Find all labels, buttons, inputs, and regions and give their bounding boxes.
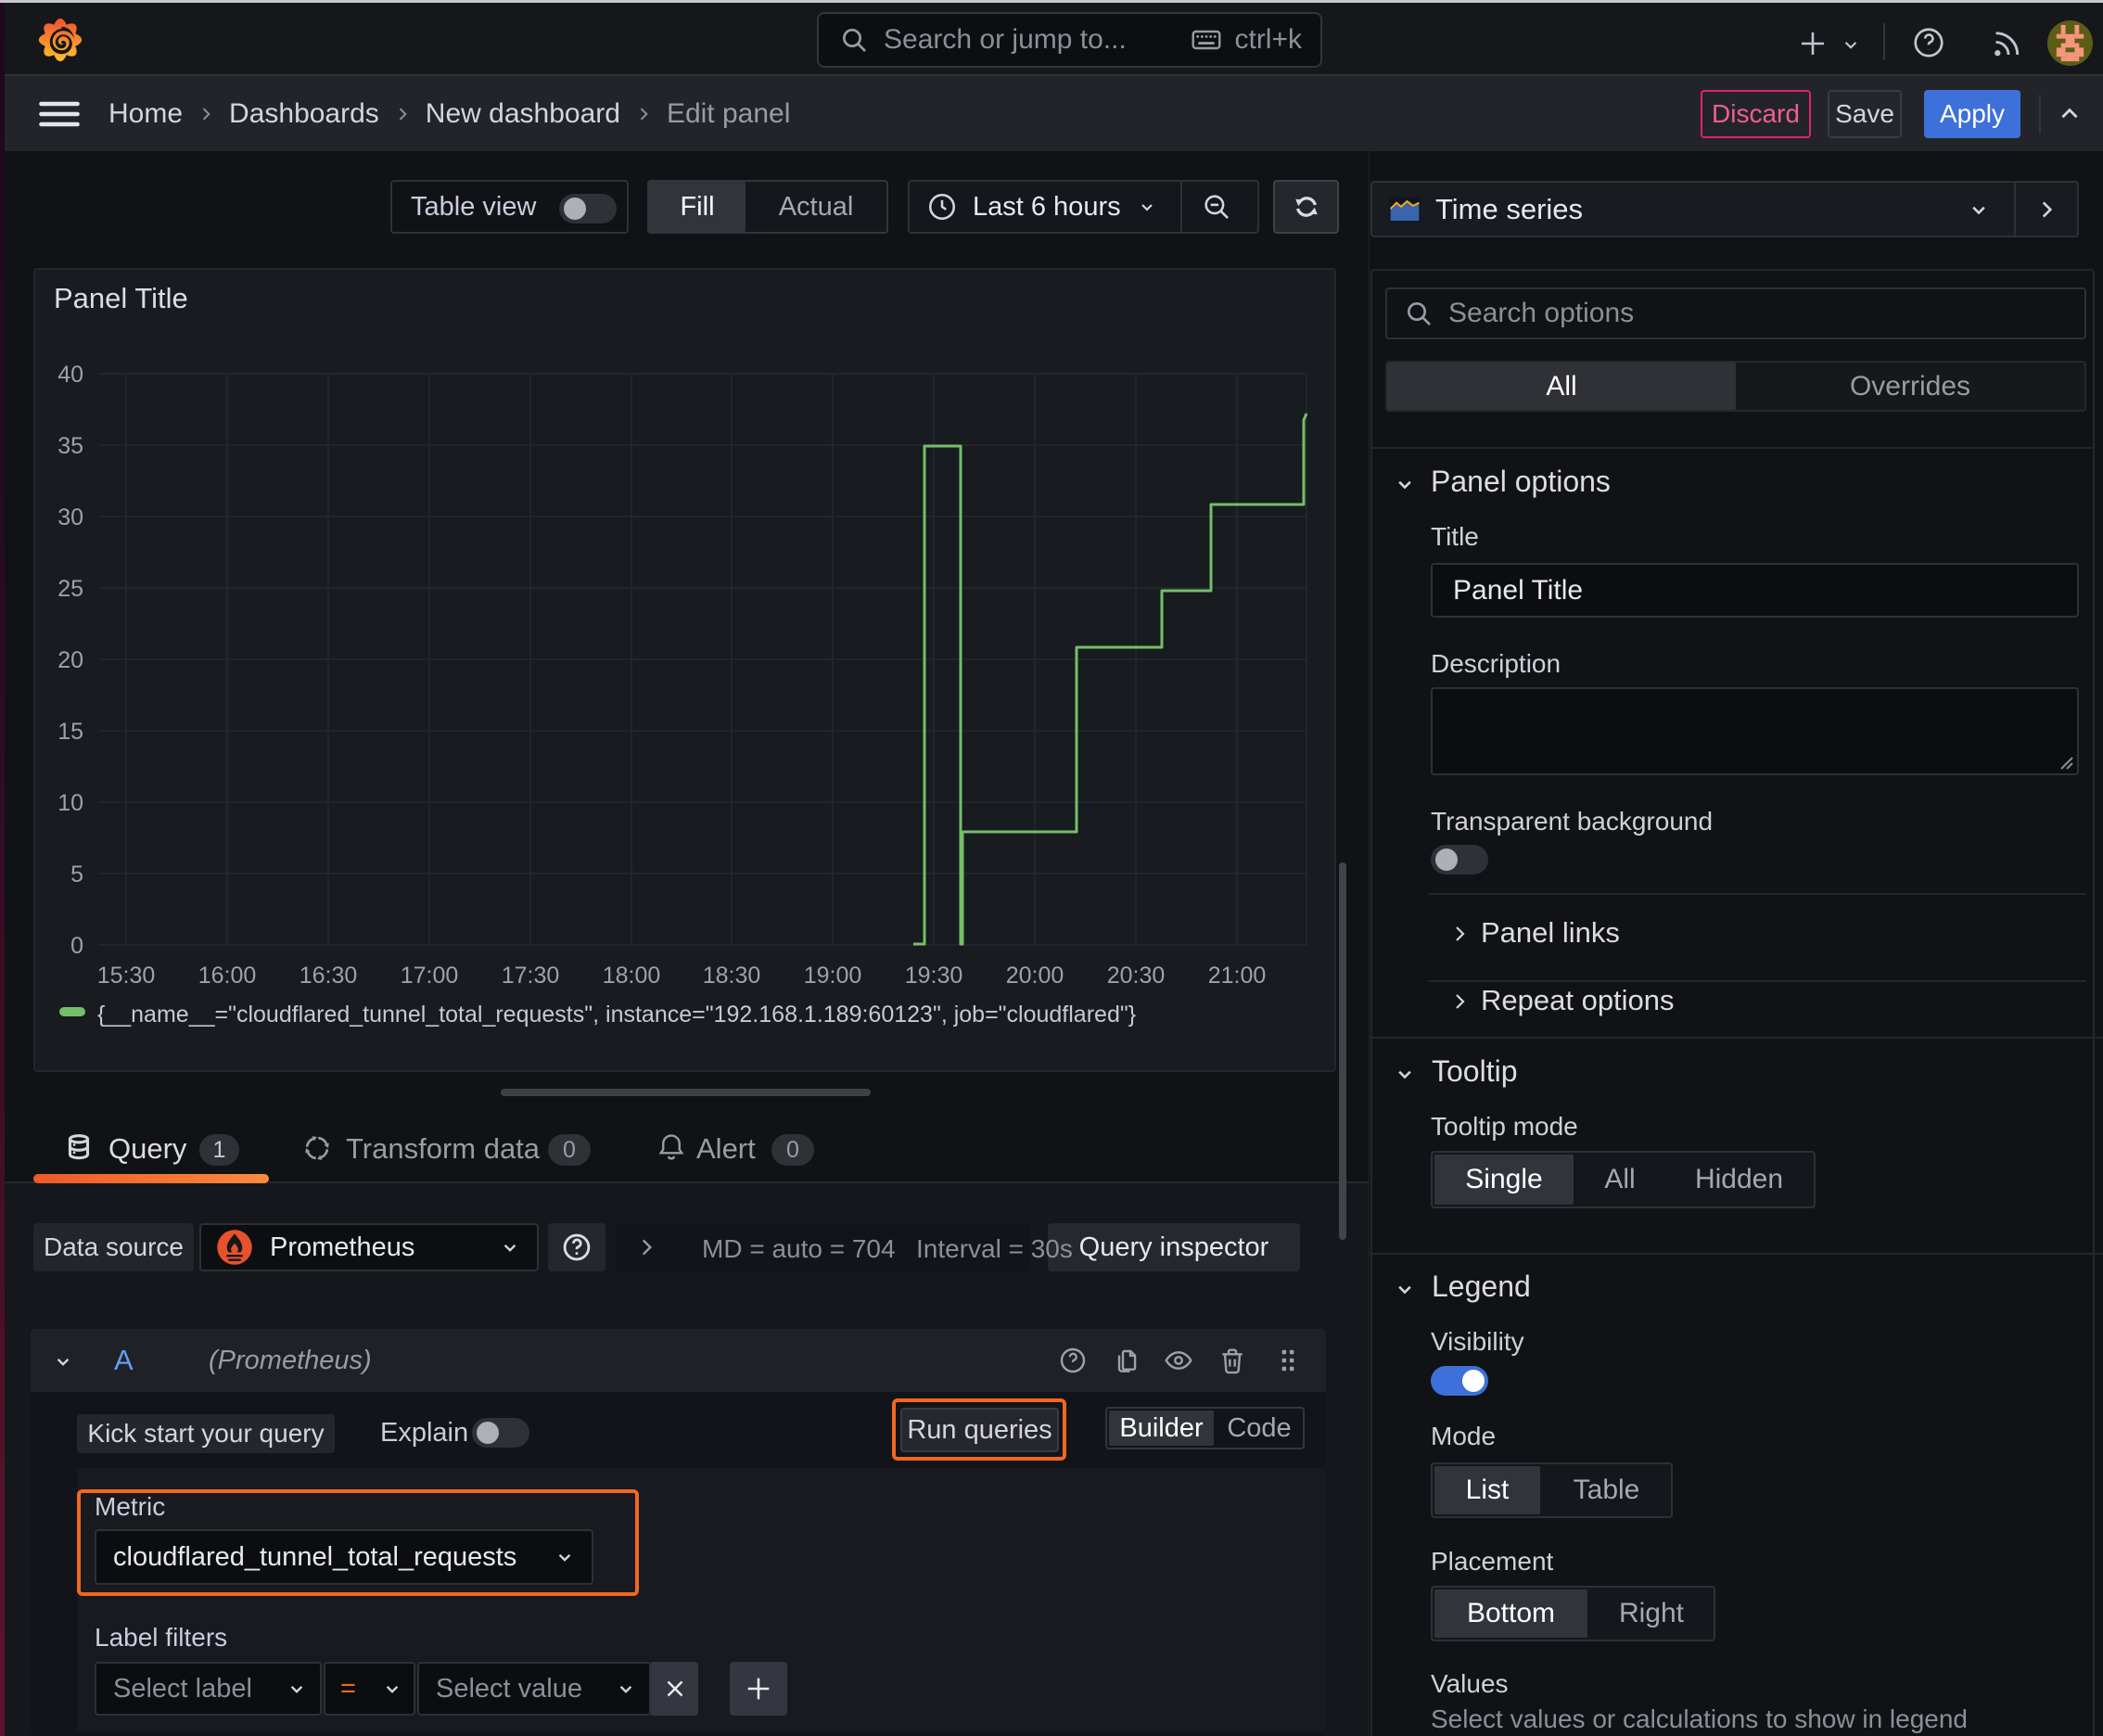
svg-text:19:30: 19:30 (905, 963, 963, 989)
svg-text:15:30: 15:30 (97, 963, 156, 989)
svg-text:19:00: 19:00 (804, 963, 862, 989)
svg-text:40: 40 (57, 362, 83, 388)
svg-text:16:00: 16:00 (198, 963, 257, 989)
svg-text:16:30: 16:30 (300, 963, 358, 989)
svg-text:0: 0 (70, 933, 83, 959)
svg-text:15: 15 (57, 719, 83, 745)
svg-text:25: 25 (57, 576, 83, 602)
svg-text:{__name__="cloudflared_tunnel_: {__name__="cloudflared_tunnel_total_requ… (97, 1002, 1136, 1028)
svg-text:18:30: 18:30 (703, 963, 761, 989)
svg-text:20: 20 (57, 647, 83, 673)
svg-text:18:00: 18:00 (603, 963, 661, 989)
svg-text:17:00: 17:00 (401, 963, 459, 989)
svg-text:20:00: 20:00 (1006, 963, 1064, 989)
svg-text:20:30: 20:30 (1107, 963, 1166, 989)
svg-text:21:00: 21:00 (1208, 963, 1267, 989)
svg-text:5: 5 (70, 862, 83, 887)
svg-text:35: 35 (57, 433, 83, 459)
svg-text:17:30: 17:30 (502, 963, 560, 989)
svg-text:10: 10 (57, 790, 83, 816)
svg-text:30: 30 (57, 504, 83, 530)
